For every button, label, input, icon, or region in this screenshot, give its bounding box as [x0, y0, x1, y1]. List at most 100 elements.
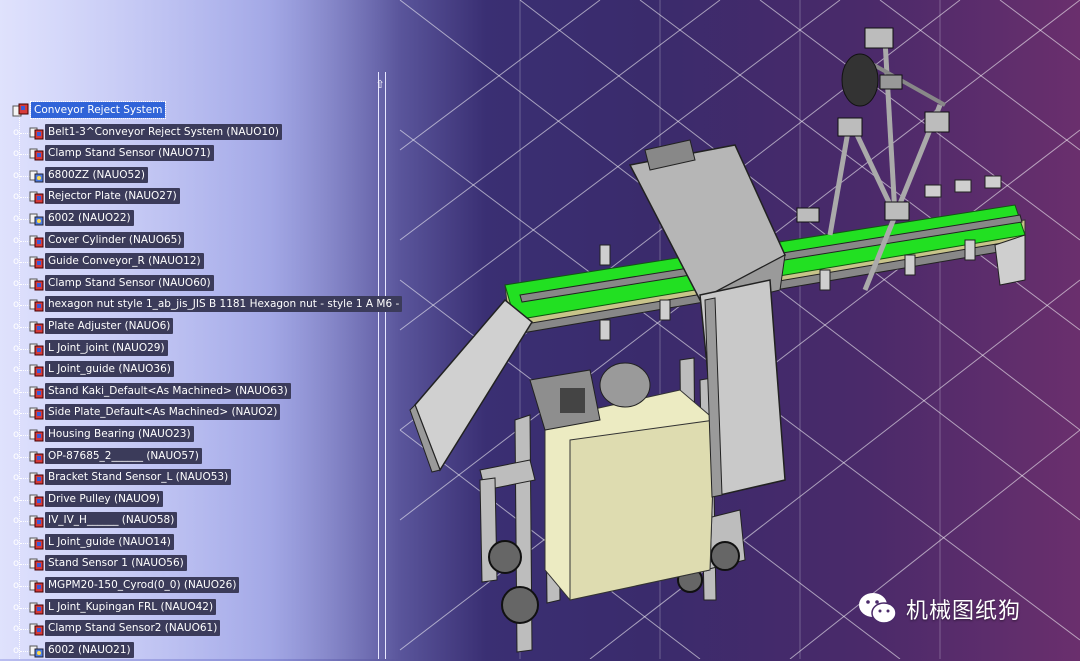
tree-node[interactable]: o L Joint_Kupingan FRL (NAUO42): [0, 597, 380, 619]
tree-node[interactable]: o Cover Cylinder (NAUO65): [0, 230, 380, 252]
rejector-chute: [414, 298, 533, 472]
tree-node[interactable]: o hexagon nut style 1_ab_jis_JIS B 1181 H…: [0, 294, 403, 316]
expand-toggle-icon[interactable]: o: [12, 451, 20, 461]
specification-tree[interactable]: Conveyor Reject System o Belt1-3^Conveyor …: [0, 100, 403, 661]
tree-node-label[interactable]: 6800ZZ (NAUO52): [45, 166, 148, 183]
expand-toggle-icon[interactable]: o: [12, 213, 20, 223]
expand-toggle-icon[interactable]: o: [12, 235, 20, 245]
tree-node[interactable]: o 6002 (NAUO21): [0, 640, 380, 661]
expand-toggle-icon[interactable]: o: [12, 386, 20, 396]
tree-node[interactable]: o Stand Sensor 1 (NAUO56): [0, 553, 380, 575]
tree-node-label[interactable]: L Joint_joint (NAUO29): [45, 339, 168, 356]
tree-node-label[interactable]: Guide Conveyor_R (NAUO12): [45, 253, 204, 270]
tree-node-label[interactable]: Clamp Stand Sensor (NAUO71): [45, 145, 214, 162]
expand-toggle-icon[interactable]: o: [12, 494, 20, 504]
tree-node[interactable]: o Side Plate_Default<As Machined> (NAUO2): [0, 402, 380, 424]
tree-node-label[interactable]: Clamp Stand Sensor (NAUO60): [45, 274, 214, 291]
tree-node[interactable]: o MGPM20-150_Cyrod(0_0) (NAUO26): [0, 575, 380, 597]
tree-node[interactable]: o Bracket Stand Sensor_L (NAUO53): [0, 467, 380, 489]
tree-node-label[interactable]: Drive Pulley (NAUO9): [45, 490, 163, 507]
expand-toggle-icon[interactable]: o: [12, 516, 20, 526]
expand-toggle-icon[interactable]: o: [12, 408, 20, 418]
tree-node[interactable]: o Rejector Plate (NAUO27): [0, 186, 380, 208]
expand-toggle-icon[interactable]: o: [12, 602, 20, 612]
expand-toggle-icon[interactable]: o: [12, 343, 20, 353]
expand-toggle-icon[interactable]: o: [12, 278, 20, 288]
tree-node[interactable]: o Belt1-3^Conveyor Reject System (NAUO10): [0, 122, 380, 144]
sensor-cylinder: [841, 53, 879, 107]
watermark-text: 机械图纸狗: [906, 599, 1022, 624]
expand-toggle-icon[interactable]: o: [12, 321, 20, 331]
tree-node-label[interactable]: L Joint_guide (NAUO36): [45, 361, 174, 378]
tree-root[interactable]: Conveyor Reject System: [0, 100, 380, 122]
tree-node[interactable]: o L Joint_joint (NAUO29): [0, 338, 380, 360]
part-icon: [29, 213, 44, 226]
tree-node[interactable]: o Guide Conveyor_R (NAUO12): [0, 251, 380, 273]
expand-toggle-icon[interactable]: o: [12, 473, 20, 483]
tree-node[interactable]: o Clamp Stand Sensor (NAUO71): [0, 143, 380, 165]
assembly-icon: [29, 278, 44, 291]
tree-root-label[interactable]: Conveyor Reject System: [29, 101, 167, 119]
wechat-icon: [859, 593, 897, 624]
expand-toggle-icon[interactable]: o: [12, 127, 20, 137]
tree-node[interactable]: o Clamp Stand Sensor (NAUO60): [0, 273, 380, 295]
tree-node-label[interactable]: L Joint_Kupingan FRL (NAUO42): [45, 598, 217, 615]
scroll-up-arrow-icon[interactable]: ⇧: [373, 78, 387, 92]
tree-node[interactable]: o Housing Bearing (NAUO23): [0, 424, 380, 446]
tree-node[interactable]: o L Joint_guide (NAUO36): [0, 359, 380, 381]
tree-node-label[interactable]: Stand Kaki_Default<As Machined> (NAUO63): [45, 382, 291, 399]
tree-node[interactable]: o L Joint_guide (NAUO14): [0, 532, 380, 554]
assembly-icon: [29, 299, 44, 312]
expand-toggle-icon[interactable]: o: [12, 624, 20, 634]
expand-toggle-icon[interactable]: o: [12, 581, 20, 591]
tree-node-label[interactable]: Clamp Stand Sensor2 (NAUO61): [45, 620, 221, 637]
expand-toggle-icon[interactable]: o: [12, 170, 20, 180]
tree-node-label[interactable]: L Joint_guide (NAUO14): [45, 533, 174, 550]
assembly-icon: [29, 602, 44, 615]
tree-node[interactable]: o OP-87685_2______ (NAUO57): [0, 446, 380, 468]
part-icon: [29, 645, 44, 658]
expand-toggle-icon[interactable]: o: [12, 537, 20, 547]
tree-node[interactable]: o IV_IV_H______ (NAUO58): [0, 510, 380, 532]
product-icon: [12, 103, 29, 117]
tree-node[interactable]: o Clamp Stand Sensor2 (NAUO61): [0, 618, 380, 640]
tree-node-label[interactable]: Stand Sensor 1 (NAUO56): [45, 555, 187, 572]
assembly-icon: [29, 429, 44, 442]
tree-node[interactable]: o 6800ZZ (NAUO52): [0, 165, 380, 187]
expand-toggle-icon[interactable]: o: [12, 192, 20, 202]
tree-node[interactable]: o Drive Pulley (NAUO9): [0, 489, 380, 511]
expand-toggle-icon[interactable]: o: [12, 149, 20, 159]
tree-node-label[interactable]: Side Plate_Default<As Machined> (NAUO2): [45, 404, 281, 421]
tree-node-label[interactable]: Bracket Stand Sensor_L (NAUO53): [45, 469, 232, 486]
tree-node-label[interactable]: MGPM20-150_Cyrod(0_0) (NAUO26): [45, 577, 240, 594]
tree-node-label[interactable]: 6002 (NAUO22): [45, 209, 134, 226]
assembly-icon: [29, 127, 44, 140]
part-icon: [29, 170, 44, 183]
assembly-icon: [29, 321, 44, 334]
assembly-icon: [29, 148, 44, 161]
tree-node[interactable]: o Plate Adjuster (NAUO6): [0, 316, 380, 338]
expand-toggle-icon[interactable]: o: [12, 257, 20, 267]
assembly-icon: [29, 558, 44, 571]
assembly-icon: [29, 623, 44, 636]
tree-node-label[interactable]: Housing Bearing (NAUO23): [45, 425, 194, 442]
expand-toggle-icon[interactable]: o: [12, 429, 20, 439]
tree-node-label[interactable]: OP-87685_2______ (NAUO57): [45, 447, 202, 464]
expand-toggle-icon[interactable]: o: [12, 645, 20, 655]
tree-node-label[interactable]: Plate Adjuster (NAUO6): [45, 317, 174, 334]
tree-node-label[interactable]: IV_IV_H______ (NAUO58): [45, 512, 178, 529]
tree-node[interactable]: o Stand Kaki_Default<As Machined> (NAUO63…: [0, 381, 380, 403]
assembly-icon: [29, 451, 44, 463]
tree-node-label[interactable]: Cover Cylinder (NAUO65): [45, 231, 185, 248]
expand-toggle-icon[interactable]: o: [12, 559, 20, 569]
tree-node-label[interactable]: 6002 (NAUO21): [45, 641, 134, 658]
assembly-icon: [29, 580, 44, 593]
tree-node[interactable]: o 6002 (NAUO22): [0, 208, 380, 230]
expand-toggle-icon[interactable]: o: [12, 300, 20, 310]
tree-node-label[interactable]: Belt1-3^Conveyor Reject System (NAUO10): [45, 123, 282, 140]
assembly-icon: [29, 537, 44, 550]
expand-toggle-icon[interactable]: o: [12, 365, 20, 375]
tree-node-label[interactable]: Rejector Plate (NAUO27): [45, 188, 180, 205]
tree-node-label[interactable]: hexagon nut style 1_ab_jis_JIS B 1181 He…: [45, 296, 403, 313]
assembly-icon: [29, 472, 44, 485]
